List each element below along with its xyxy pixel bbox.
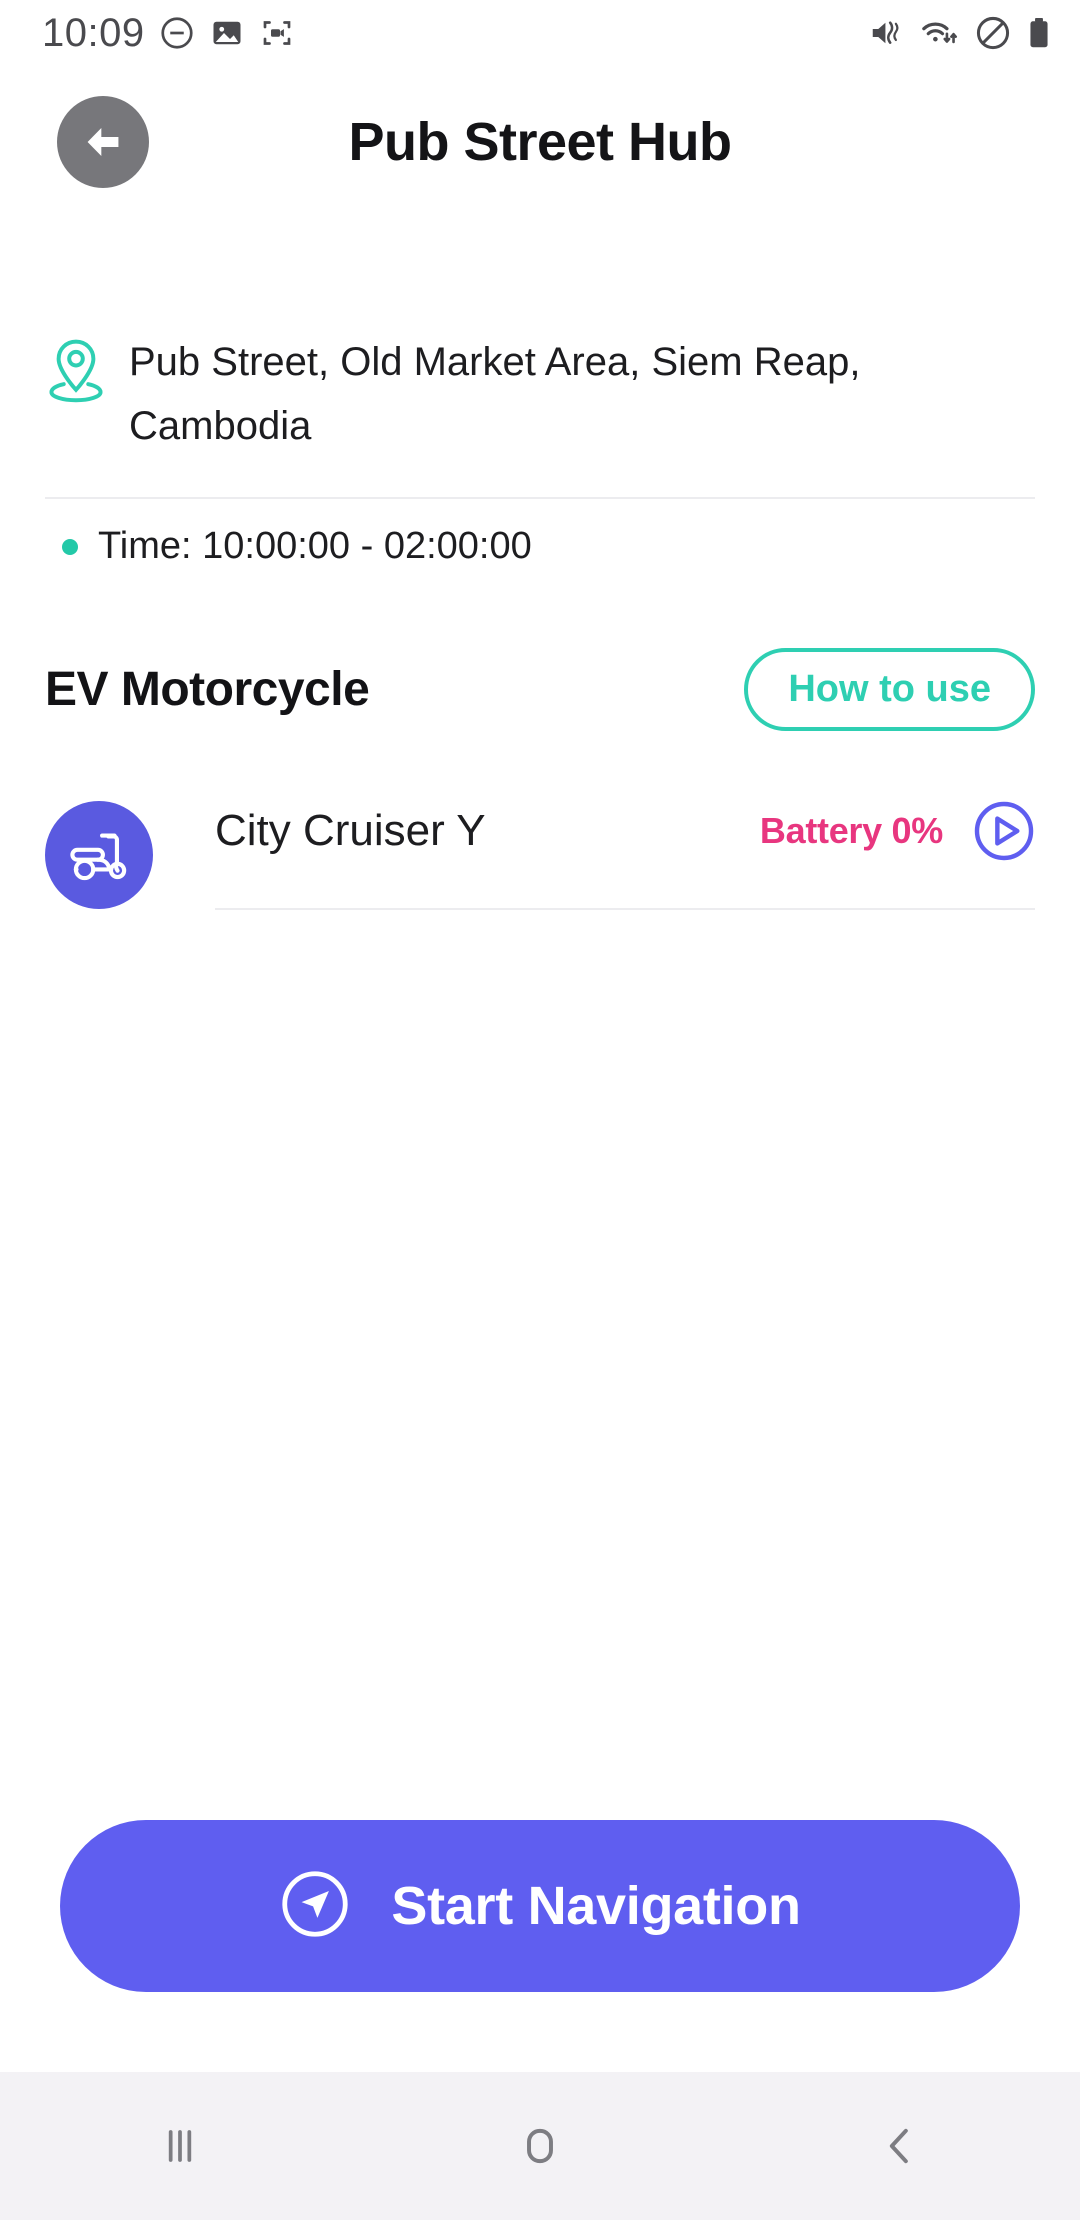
status-bar: 10:09	[0, 0, 1080, 66]
page-title: Pub Street Hub	[348, 112, 732, 172]
start-navigation-label: Start Navigation	[391, 1876, 801, 1936]
play-circle-icon[interactable]	[973, 800, 1035, 862]
battery-icon	[1030, 17, 1048, 48]
image-icon	[213, 21, 241, 45]
location-address-text: Pub Street, Old Market Area, Siem Reap, …	[129, 340, 861, 448]
home-icon	[527, 2128, 553, 2164]
opening-time-text: Time: 10:00:00 - 02:00:00	[98, 525, 532, 567]
recents-button[interactable]	[80, 2072, 280, 2220]
vehicle-list-item[interactable]: City Cruiser Y Battery 0%	[45, 800, 1035, 910]
app-header: Pub Street Hub	[0, 88, 1080, 198]
bullet-dot-icon	[62, 538, 78, 555]
mute-vibrate-icon	[872, 21, 899, 44]
how-to-use-button[interactable]: How to use	[744, 648, 1035, 731]
navigation-arrow-icon	[279, 1868, 351, 1945]
system-nav-bar	[0, 2072, 1080, 2220]
vehicle-row-body: City Cruiser Y Battery 0%	[215, 800, 1035, 910]
vehicle-section-header: EV Motorcycle How to use	[45, 648, 1035, 731]
system-back-button[interactable]	[800, 2072, 1000, 2220]
opening-time-row: Time: 10:00:00 - 02:00:00	[62, 525, 532, 568]
no-entry-icon	[976, 16, 1010, 50]
vehicle-row-right: Battery 0%	[760, 800, 1035, 862]
back-chevron-icon	[889, 2128, 908, 2164]
status-bar-clock: 10:09	[42, 10, 145, 55]
scooter-icon	[70, 833, 127, 881]
avatar	[45, 801, 153, 909]
wifi-icon	[922, 22, 957, 44]
screen-record-icon	[263, 21, 290, 45]
status-bar-right	[868, 14, 1052, 52]
status-bar-left: 10:09	[42, 11, 295, 56]
section-title: EV Motorcycle	[45, 663, 370, 716]
start-navigation-button[interactable]: Start Navigation	[60, 1820, 1020, 1992]
recents-icon	[168, 2130, 192, 2162]
location-pin-icon	[45, 330, 107, 409]
battery-status: Battery 0%	[759, 810, 943, 851]
home-button[interactable]	[440, 2072, 640, 2220]
app-screen: 10:09 Pub Street Hub Pub Street, Old Mar…	[0, 0, 1080, 2220]
location-address-row: Pub Street, Old Market Area, Siem Reap, …	[45, 330, 1035, 458]
do-not-disturb-icon	[161, 17, 193, 49]
vehicle-name: City Cruiser Y	[215, 806, 486, 855]
divider	[45, 497, 1035, 499]
